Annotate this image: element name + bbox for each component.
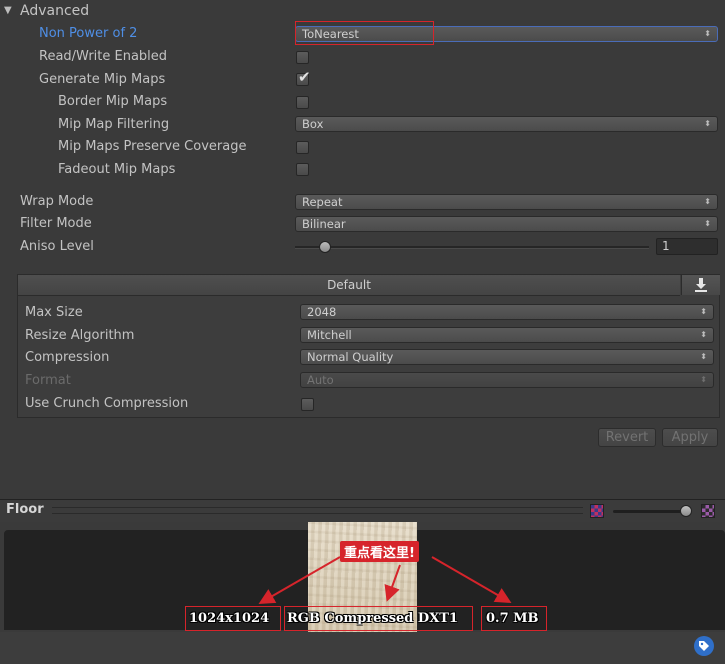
highlight-box-size (481, 606, 547, 631)
annotation-arrows (258, 556, 512, 604)
arrow-to-size (431, 556, 512, 604)
highlight-box-resolution (185, 606, 281, 631)
highlight-box-format (284, 606, 473, 631)
arrow-to-format (384, 564, 401, 602)
annotation-callout: 重点看这里! (340, 541, 419, 562)
arrow-to-resolution (258, 556, 341, 604)
